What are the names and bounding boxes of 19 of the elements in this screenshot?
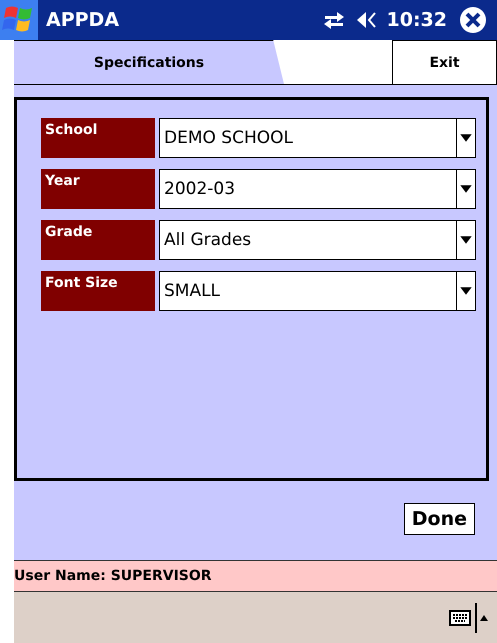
done-button[interactable]: Done — [404, 503, 475, 535]
dropdown[interactable]: SMALL — [159, 271, 476, 311]
field-label: Year — [41, 169, 155, 209]
windows-logo-icon[interactable] — [0, 0, 38, 40]
dropdown[interactable]: DEMO SCHOOL — [159, 118, 476, 158]
tab[interactable]: Specifications — [14, 40, 284, 84]
connectivity-icon[interactable] — [322, 11, 345, 29]
clock-time[interactable]: 10:32 — [386, 9, 447, 31]
dropdown[interactable]: 2002-03 — [159, 169, 476, 209]
close-icon[interactable] — [459, 6, 487, 34]
field-label: Grade — [41, 220, 155, 260]
window-title: APPDA — [46, 9, 120, 31]
field-label: Font Size — [41, 271, 155, 311]
field-label: School — [41, 118, 155, 158]
status-bar: User Name: SUPERVISOR — [14, 560, 497, 592]
dropdown[interactable]: All Grades — [159, 220, 476, 260]
up-arrow-icon[interactable] — [475, 602, 489, 632]
keyboard-icon[interactable] — [449, 610, 471, 626]
tab[interactable]: Exit — [392, 40, 497, 84]
